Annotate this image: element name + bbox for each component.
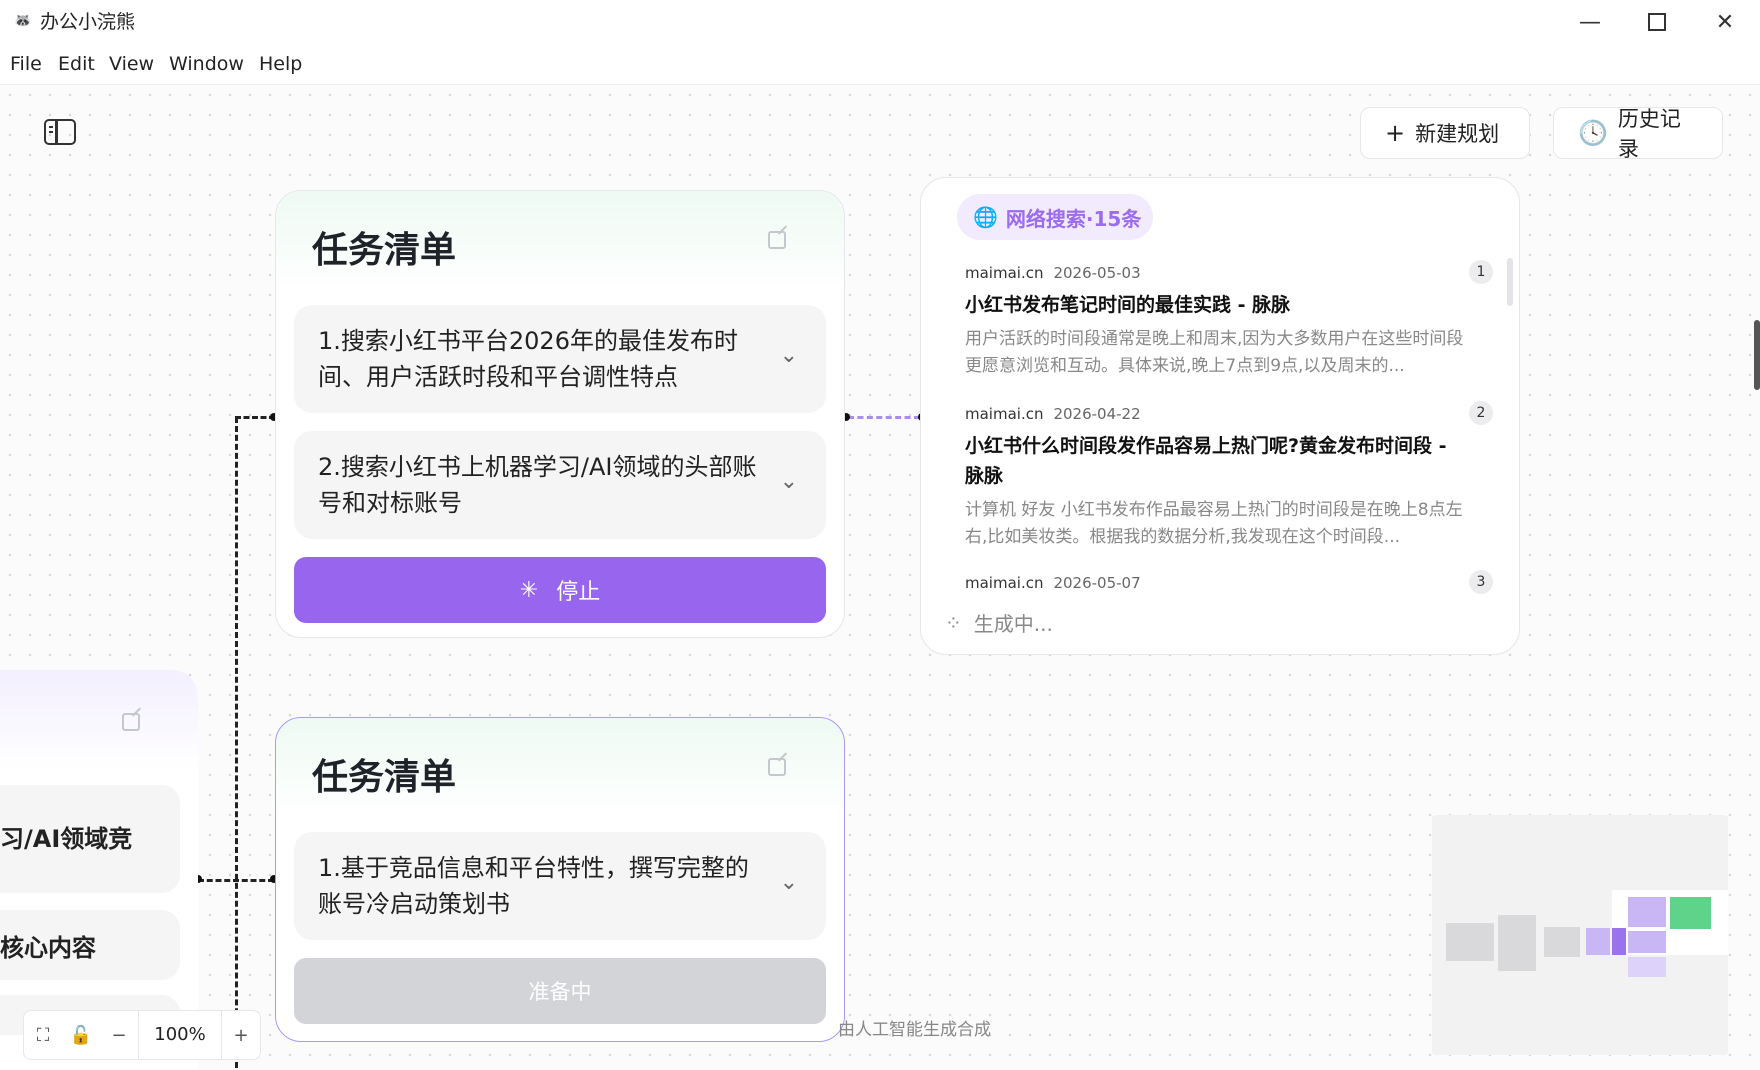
close-button[interactable]: ✕ (1690, 0, 1760, 44)
card-header: 任务清单 (276, 191, 844, 291)
connector-line (848, 416, 920, 419)
task-text: 2.搜索小红书上机器学习/AI领域的头部账号和对标账号 (318, 453, 757, 517)
minimap-node (1544, 927, 1580, 957)
spinner-icon: ✳ (519, 577, 539, 603)
menu-file[interactable]: File (10, 52, 42, 76)
minimap-node (1628, 957, 1666, 977)
connector-line (235, 416, 275, 419)
clock-icon: 🕓 (1578, 119, 1608, 147)
minimap-node (1670, 897, 1711, 929)
chevron-down-icon[interactable]: ⌄ (780, 469, 798, 494)
task-item[interactable]: 核心内容 (0, 910, 180, 980)
result-source: maimai.cn (965, 264, 1044, 282)
card-header (0, 670, 198, 770)
minimap-node (1498, 915, 1536, 971)
web-search-tag: 🌐 网络搜索·15条 (957, 194, 1154, 240)
search-result[interactable]: maimai.cn 2026-05-03 1 小红书发布笔记时间的最佳实践 - 脉… (965, 260, 1493, 380)
result-date: 2026-05-07 (1053, 574, 1141, 592)
card-title: 任务清单 (312, 757, 457, 798)
scrollbar[interactable] (1507, 258, 1513, 306)
zoom-level: 100% (138, 1011, 222, 1059)
connector-line (235, 417, 238, 1070)
result-source: maimai.cn (965, 574, 1044, 592)
new-plan-button[interactable]: + 新建规划 (1360, 107, 1530, 159)
result-date: 2026-05-03 (1053, 264, 1141, 282)
plus-icon: + (1385, 119, 1406, 147)
task-text: 习/AI领域竞 (0, 825, 133, 853)
task-list-card-2[interactable]: 任务清单 1.基于竞品信息和平台特性，撰写完整的账号冷启动策划书 ⌄ 准备中 (275, 717, 845, 1042)
minimap-node (1446, 923, 1494, 961)
task-item[interactable]: 1.基于竞品信息和平台特性，撰写完整的账号冷启动策划书 ⌄ (294, 832, 826, 940)
zoom-out-button[interactable]: − (100, 1025, 138, 1046)
minimap-node (1612, 928, 1626, 955)
result-index: 3 (1469, 570, 1493, 594)
history-label: 历史记录 (1617, 107, 1681, 161)
menu-help[interactable]: Help (259, 52, 302, 76)
history-button[interactable]: 🕓 历史记录 (1553, 107, 1723, 161)
title-bar: 🦝 办公小浣熊 — ✕ (0, 0, 1760, 44)
chevron-down-icon[interactable]: ⌄ (780, 343, 798, 368)
stop-label: 停止 (556, 580, 601, 605)
minimap-node (1586, 928, 1610, 955)
minimize-button[interactable]: — (1555, 0, 1625, 44)
result-title[interactable]: 小红书什么时间段发作品容易上热门呢?黄金发布时间段 - 脉脉 (965, 431, 1465, 491)
minimize-icon: — (1579, 9, 1601, 35)
preparing-button: 准备中 (294, 958, 826, 1024)
app-title: 办公小浣熊 (40, 11, 136, 33)
edit-icon[interactable] (768, 758, 786, 776)
minimap-node (1628, 897, 1666, 927)
generating-label: 生成中... (973, 612, 1053, 636)
menu-view[interactable]: View (109, 52, 154, 76)
zoom-in-button[interactable]: + (222, 1025, 260, 1046)
ai-generated-note: 由人工智能生成合成 (838, 1020, 991, 1040)
menu-window[interactable]: Window (169, 52, 244, 76)
minimap[interactable] (1432, 815, 1728, 1055)
globe-icon: 🌐 (973, 205, 998, 229)
maximize-icon (1648, 13, 1666, 31)
minimap-node (1628, 931, 1666, 953)
web-search-card[interactable]: 🌐 网络搜索·15条 maimai.cn 2026-05-03 1 小红书发布笔记… (920, 177, 1520, 655)
canvas-scrollbar[interactable] (1754, 320, 1760, 390)
edit-icon[interactable] (122, 713, 140, 731)
task-list-card-1[interactable]: 任务清单 1.搜索小红书平台2026年的最佳发布时间、用户活跃时段和平台调性特点… (275, 190, 845, 638)
flow-canvas[interactable]: + 新建规划 🕓 历史记录 习/AI领域竞 核心内容 任务清单 1.搜索小红书平… (0, 85, 1760, 1070)
edit-icon[interactable] (768, 231, 786, 249)
loading-dots-icon: ⁘ (945, 610, 962, 635)
fit-view-icon[interactable]: ⛶ (24, 1025, 62, 1046)
result-source: maimai.cn (965, 405, 1044, 423)
menu-bar: File Edit View Window Help (0, 44, 1760, 85)
new-plan-label: 新建规划 (1415, 122, 1500, 146)
lock-icon[interactable]: 🔓 (62, 1025, 100, 1046)
card-header: 任务清单 (276, 718, 844, 818)
task-item[interactable]: 习/AI领域竞 (0, 785, 180, 893)
task-text: 核心内容 (0, 934, 96, 962)
search-result[interactable]: maimai.cn 2026-04-22 2 小红书什么时间段发作品容易上热门呢?… (965, 401, 1493, 551)
result-date: 2026-04-22 (1053, 405, 1141, 423)
result-index: 1 (1469, 260, 1493, 284)
close-icon: ✕ (1715, 9, 1735, 35)
result-index: 2 (1469, 401, 1493, 425)
task-text: 1.基于竞品信息和平台特性，撰写完整的账号冷启动策划书 (318, 854, 749, 918)
menu-edit[interactable]: Edit (58, 52, 95, 76)
task-item[interactable]: 1.搜索小红书平台2026年的最佳发布时间、用户活跃时段和平台调性特点 ⌄ (294, 305, 826, 413)
search-result[interactable]: maimai.cn 2026-05-07 3 (965, 570, 1493, 594)
preparing-label: 准备中 (528, 980, 592, 1004)
task-item[interactable]: 2.搜索小红书上机器学习/AI领域的头部账号和对标账号 ⌄ (294, 431, 826, 539)
web-search-label: 网络搜索·15条 (1005, 206, 1142, 231)
stop-button[interactable]: ✳ 停止 (294, 557, 826, 623)
chevron-down-icon[interactable]: ⌄ (780, 870, 798, 895)
result-desc: 计算机 好友 小红书发布作品最容易上热门的时间段是在晚上8点左右,比如美妆类。根… (965, 500, 1463, 547)
result-desc: 用户活跃的时间段通常是晚上和周末,因为大多数用户在这些时间段更愿意浏览和互动。具… (965, 329, 1464, 376)
connector-line (198, 879, 274, 882)
maximize-button[interactable] (1622, 0, 1692, 44)
sidebar-toggle-icon[interactable] (44, 119, 76, 145)
generating-status: ⁘ 生成中... (945, 608, 1505, 637)
task-text: 1.搜索小红书平台2026年的最佳发布时间、用户活跃时段和平台调性特点 (318, 327, 738, 391)
card-title: 任务清单 (312, 230, 457, 271)
zoom-controls: ⛶ 🔓 − 100% + (23, 1010, 261, 1060)
raccoon-icon: 🦝 (14, 13, 32, 29)
result-title[interactable]: 小红书发布笔记时间的最佳实践 - 脉脉 (965, 290, 1465, 320)
